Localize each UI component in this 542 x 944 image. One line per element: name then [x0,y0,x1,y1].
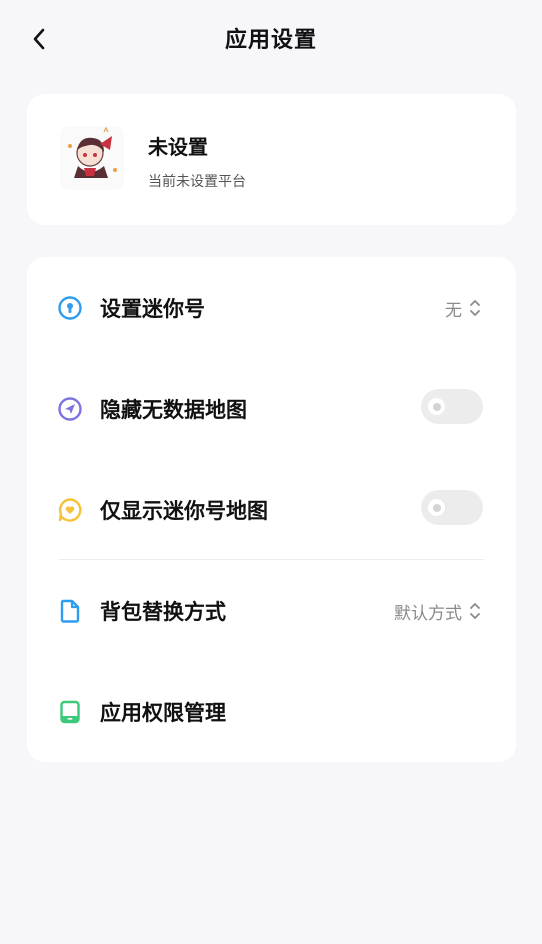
settings-card: 设置迷你号 无 隐藏无数据地图 仅显示迷你号地图 背包替换方式 默认方式 应用权… [27,257,516,762]
avatar [60,126,124,190]
tablet-icon [57,699,83,725]
setting-row-app-permissions[interactable]: 应用权限管理 [27,681,516,741]
page-title: 应用设置 [224,28,317,53]
setting-row-hide-empty-maps[interactable]: 隐藏无数据地图 [27,378,516,438]
document-icon [57,598,83,624]
setting-label: 背包替换方式 [100,600,226,624]
keyhole-icon [57,295,83,321]
hide-empty-maps-toggle[interactable] [421,389,483,424]
setting-label: 应用权限管理 [100,701,226,725]
profile-card[interactable]: 未设置 当前未设置平台 [27,94,516,225]
setting-row-mini-account[interactable]: 设置迷你号 无 [27,277,516,337]
chevron-up-down-icon [470,300,480,316]
setting-label: 隐藏无数据地图 [100,398,247,422]
toggle-knob [428,499,445,516]
only-mini-maps-toggle[interactable] [421,490,483,525]
chevron-up-down-icon [470,603,480,619]
setting-value: 无 [445,301,462,321]
setting-value: 默认方式 [394,604,462,624]
setting-label: 仅显示迷你号地图 [100,499,268,523]
heart-bubble-icon [57,497,83,523]
top-bar: 应用设置 [0,0,542,78]
setting-row-only-mini-maps[interactable]: 仅显示迷你号地图 [27,479,516,539]
send-icon [57,396,83,422]
divider [59,559,484,560]
toggle-knob [428,398,445,415]
setting-row-backpack-replace[interactable]: 背包替换方式 默认方式 [27,580,516,640]
setting-label: 设置迷你号 [100,297,205,321]
profile-name: 未设置 [148,135,208,159]
profile-subtitle: 当前未设置平台 [148,174,246,190]
